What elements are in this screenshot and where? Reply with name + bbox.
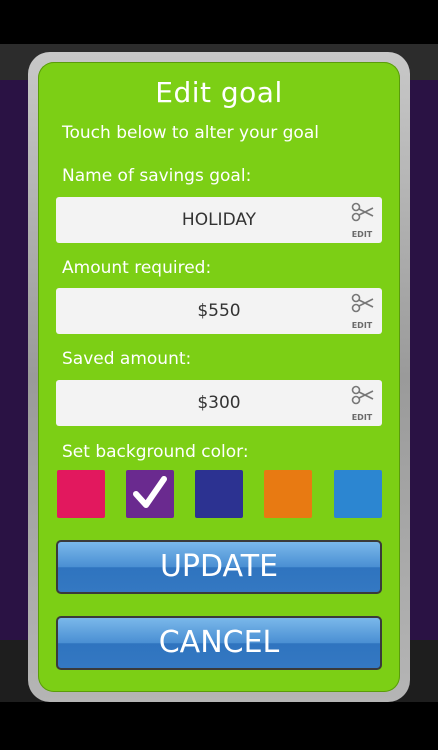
saved-amount-value: $300 [197,393,241,413]
amount-required-edit-button[interactable]: EDIT [344,292,380,330]
goal-name-field[interactable]: HOLIDAY EDIT [56,197,382,243]
cancel-button-label: CANCEL [158,625,280,660]
background-color-label: Set background color: [62,442,249,462]
cancel-button[interactable]: CANCEL [56,616,382,670]
edit-label: EDIT [351,230,373,239]
update-button-label: UPDATE [159,549,279,584]
edit-goal-dialog: Edit goal Touch below to alter your goal… [38,62,400,692]
saved-amount-field[interactable]: $300 EDIT [56,380,382,426]
scissors-icon [351,293,374,313]
edit-label: EDIT [351,321,373,330]
color-swatch-navy[interactable] [195,470,243,518]
dialog-title: Edit goal [155,76,283,109]
edit-label: EDIT [351,413,373,422]
color-swatch-row [57,470,383,520]
scissors-icon [351,202,374,222]
screen: Edit goal Touch below to alter your goal… [0,0,438,750]
goal-name-value: HOLIDAY [181,210,257,230]
color-swatch-purple[interactable] [126,470,174,518]
amount-required-field[interactable]: $550 EDIT [56,288,382,334]
goal-name-edit-button[interactable]: EDIT [344,201,380,239]
amount-required-label: Amount required: [62,258,212,278]
scissors-icon [351,385,374,405]
checkmark-icon [133,476,167,508]
goal-name-label: Name of savings goal: [62,166,252,186]
color-swatch-orange[interactable] [264,470,312,518]
dialog-subtitle: Touch below to alter your goal [62,123,319,143]
update-button[interactable]: UPDATE [56,540,382,594]
color-swatch-blue[interactable] [334,470,382,518]
saved-amount-edit-button[interactable]: EDIT [344,384,380,422]
color-swatch-pink[interactable] [57,470,105,518]
saved-amount-label: Saved amount: [62,349,192,369]
amount-required-value: $550 [197,301,241,321]
